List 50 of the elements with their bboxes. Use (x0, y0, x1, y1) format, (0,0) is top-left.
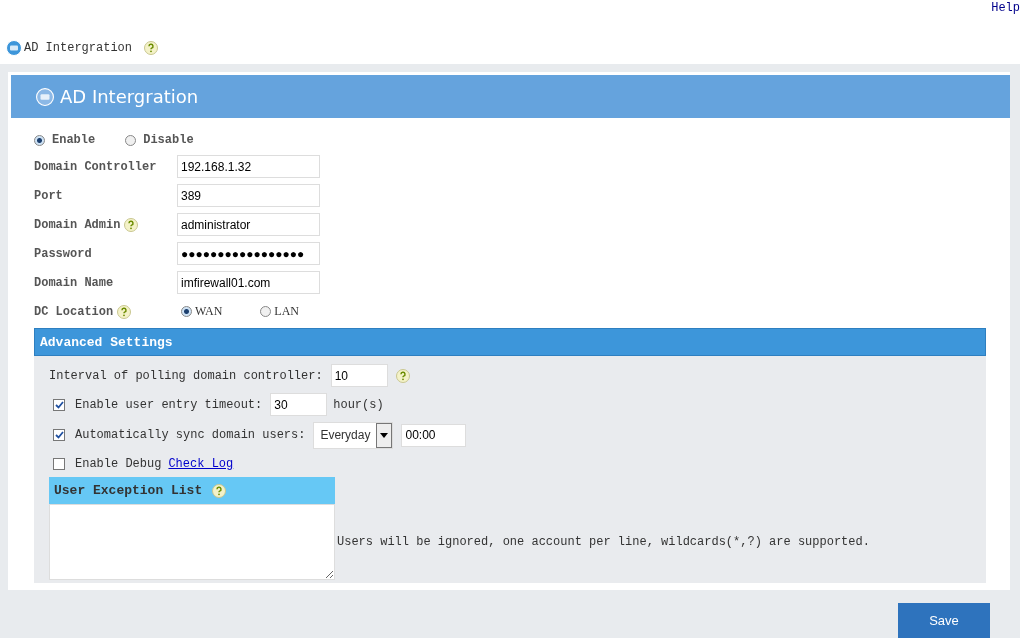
checkbox[interactable] (53, 458, 65, 470)
checkbox[interactable] (53, 429, 65, 441)
field-label: Domain Name (34, 275, 114, 290)
help-icon[interactable] (395, 368, 410, 383)
radio-button[interactable] (34, 134, 45, 146)
hint-text: Users will be ignored, one account per line, wildcards(*,?) are supported. (337, 535, 870, 549)
unit-label: hour(s) (333, 397, 384, 412)
module-icon (6, 40, 22, 56)
help-icon[interactable] (124, 217, 139, 232)
caret-icon (380, 432, 389, 438)
field-label: Enable Debug (75, 457, 162, 471)
field-label: Domain Admin (34, 217, 121, 232)
help-icon[interactable] (117, 304, 132, 319)
input-field[interactable]: 389 (177, 184, 320, 207)
input-field[interactable]: 30 (270, 393, 328, 416)
help-icon[interactable] (212, 483, 227, 498)
input-field[interactable]: 10 (330, 364, 388, 387)
radio-button[interactable] (125, 134, 137, 146)
field-label: Automatically sync domain users: (75, 428, 306, 442)
input-field[interactable]: imfirewall01.com (177, 271, 320, 294)
radio-label: WAN (195, 304, 223, 319)
input-field[interactable]: 192.168.1.32 (177, 155, 320, 178)
breadcrumb-title: AD Intergration (24, 41, 133, 55)
help-link[interactable]: Help (991, 0, 1020, 15)
module-icon (36, 87, 54, 106)
radio-label: Enable (52, 133, 96, 147)
check-log-link[interactable]: Check Log (168, 457, 234, 471)
radio-label: LAN (274, 304, 299, 319)
section-header: Advanced Settings (34, 328, 986, 356)
check-icon (54, 431, 64, 439)
exception-list-field[interactable] (49, 504, 335, 580)
input-field[interactable]: ●●●●●●●●●●●●●●●●● (177, 242, 320, 265)
save-button[interactable]: Save (898, 603, 990, 638)
field-label: Domain Controller (34, 159, 157, 174)
section-title: User Exception List (54, 483, 203, 498)
radio-label: Disable (143, 133, 194, 147)
field-label: Enable user entry timeout: (75, 397, 263, 412)
checkbox[interactable] (53, 398, 65, 411)
frequency-dropdown[interactable]: Everyday (313, 421, 394, 449)
field-label: Port (34, 188, 63, 203)
radio-button[interactable] (181, 306, 192, 317)
radio-button[interactable] (260, 306, 272, 317)
field-label: Password (34, 246, 92, 261)
time-field[interactable]: 00:00 (401, 423, 467, 447)
input-field[interactable]: administrator (177, 213, 320, 236)
help-icon[interactable] (144, 41, 159, 55)
check-icon (54, 400, 64, 409)
panel-title: AD Intergration (60, 86, 199, 107)
field-label: DC Location (34, 304, 114, 319)
field-label: Interval of polling domain controller: (49, 368, 323, 383)
